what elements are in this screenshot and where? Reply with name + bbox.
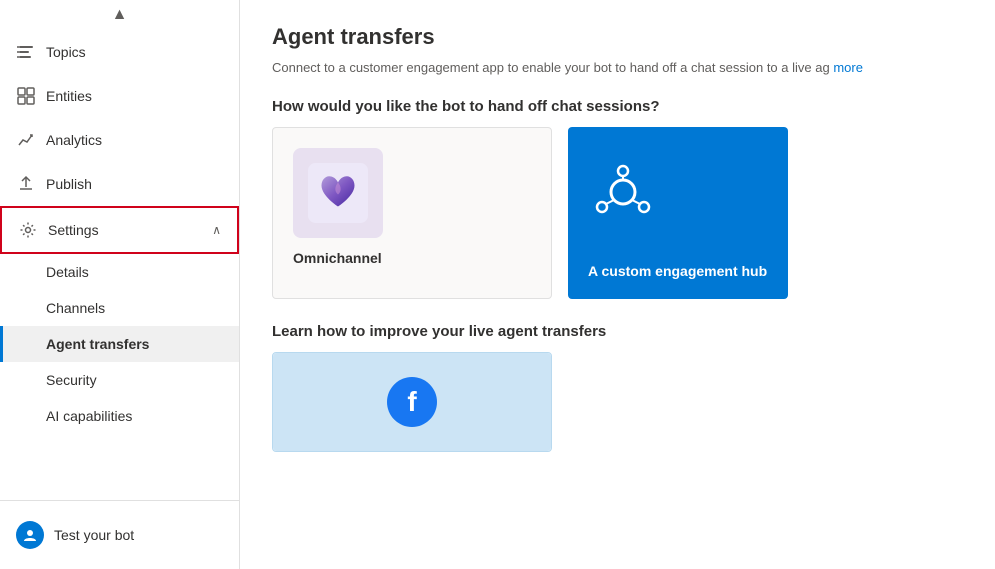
entities-icon bbox=[16, 86, 36, 106]
sidebar-item-entities-label: Entities bbox=[46, 88, 92, 104]
sidebar-item-entities[interactable]: Entities bbox=[0, 74, 239, 118]
bot-avatar bbox=[16, 521, 44, 549]
learn-cards-row: f bbox=[272, 352, 963, 452]
publish-icon bbox=[16, 174, 36, 194]
sidebar-item-settings[interactable]: Settings ∧ bbox=[0, 206, 239, 254]
sidebar-item-publish[interactable]: Publish bbox=[0, 162, 239, 206]
sidebar-sub-item-details-label: Details bbox=[46, 264, 89, 280]
test-your-bot-label: Test your bot bbox=[54, 527, 134, 543]
topics-icon bbox=[16, 42, 36, 62]
scroll-up-button[interactable]: ▲ bbox=[0, 0, 239, 30]
sidebar-item-settings-label: Settings bbox=[48, 222, 99, 238]
sidebar: ▲ Topics bbox=[0, 0, 240, 569]
learn-section-title: Learn how to improve your live agent tra… bbox=[272, 323, 963, 340]
sidebar-sub-item-details[interactable]: Details bbox=[0, 254, 239, 290]
page-title: Agent transfers bbox=[272, 24, 963, 50]
settings-chevron-icon: ∧ bbox=[212, 223, 221, 237]
sidebar-sub-item-security-label: Security bbox=[46, 372, 97, 388]
omnichannel-icon-wrap bbox=[293, 148, 383, 238]
analytics-icon bbox=[16, 130, 36, 150]
sidebar-sub-item-security[interactable]: Security bbox=[0, 362, 239, 398]
sidebar-item-topics[interactable]: Topics bbox=[0, 30, 239, 74]
scroll-up-icon: ▲ bbox=[112, 6, 128, 24]
sidebar-sub-item-channels-label: Channels bbox=[46, 300, 105, 316]
main-content: Agent transfers Connect to a customer en… bbox=[240, 0, 995, 569]
sidebar-scroll-area: Topics Entities Analytics bbox=[0, 30, 239, 500]
settings-icon bbox=[18, 220, 38, 240]
page-description: Connect to a customer engagement app to … bbox=[272, 58, 963, 78]
custom-hub-card[interactable]: A custom engagement hub bbox=[568, 127, 788, 299]
sidebar-sub-item-ai-capabilities-label: AI capabilities bbox=[46, 408, 132, 424]
sidebar-bottom: Test your bot bbox=[0, 500, 239, 569]
sidebar-item-analytics-label: Analytics bbox=[46, 132, 102, 148]
sidebar-sub-item-channels[interactable]: Channels bbox=[0, 290, 239, 326]
learn-card-image: f bbox=[273, 353, 551, 451]
omnichannel-logo-icon bbox=[308, 163, 368, 223]
omnichannel-card-label: Omnichannel bbox=[293, 250, 382, 266]
sidebar-sub-item-ai-capabilities[interactable]: AI capabilities bbox=[0, 398, 239, 434]
handoff-cards-row: Omnichannel bbox=[272, 127, 963, 299]
handoff-section-title: How would you like the bot to hand off c… bbox=[272, 98, 963, 115]
custom-hub-icon bbox=[588, 157, 658, 227]
more-link[interactable]: more bbox=[833, 60, 863, 75]
omnichannel-card[interactable]: Omnichannel bbox=[272, 127, 552, 299]
facebook-icon: f bbox=[387, 377, 437, 427]
sidebar-item-topics-label: Topics bbox=[46, 44, 86, 60]
sidebar-item-publish-label: Publish bbox=[46, 176, 92, 192]
description-text: Connect to a customer engagement app to … bbox=[272, 60, 830, 75]
custom-hub-card-label: A custom engagement hub bbox=[588, 263, 767, 279]
learn-facebook-card[interactable]: f bbox=[272, 352, 552, 452]
test-your-bot-button[interactable]: Test your bot bbox=[0, 509, 239, 561]
sidebar-item-analytics[interactable]: Analytics bbox=[0, 118, 239, 162]
sidebar-sub-item-agent-transfers-label: Agent transfers bbox=[46, 336, 149, 352]
sidebar-sub-item-agent-transfers[interactable]: Agent transfers bbox=[0, 326, 239, 362]
